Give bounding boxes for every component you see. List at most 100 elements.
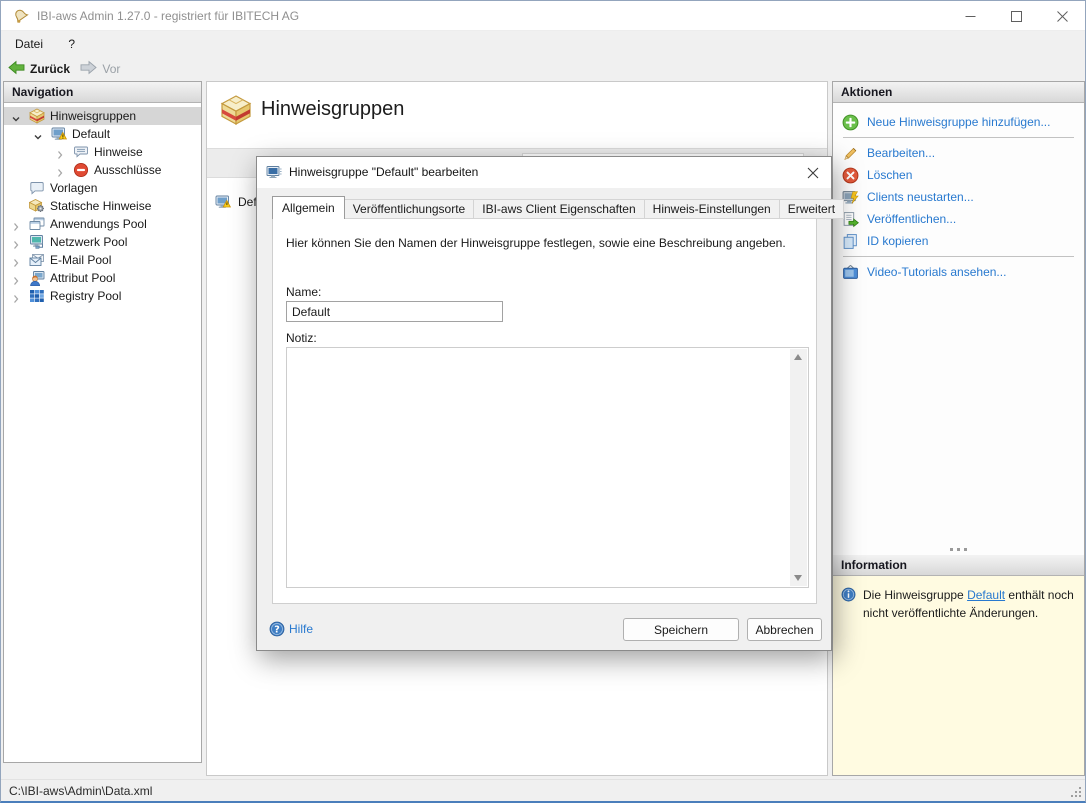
action-id-kopieren[interactable]: ID kopieren bbox=[833, 230, 1084, 252]
tree-item-label: Statische Hinweise bbox=[50, 199, 152, 213]
info-default-link[interactable]: Default bbox=[967, 588, 1005, 602]
actions-separator bbox=[843, 137, 1074, 138]
close-button[interactable] bbox=[1039, 1, 1085, 31]
notiz-textarea[interactable] bbox=[286, 347, 809, 588]
tree-item-label: Hinweisgruppen bbox=[50, 109, 137, 123]
menubar: Datei ? bbox=[1, 32, 1085, 57]
menu-item-datei[interactable]: Datei bbox=[7, 32, 51, 57]
forward-button[interactable]: Vor bbox=[80, 57, 120, 80]
registry-grid-icon bbox=[29, 288, 45, 304]
tree-item-statische-hinweise[interactable]: Statische Hinweise bbox=[4, 197, 201, 215]
package-icon bbox=[29, 108, 45, 124]
tab-hinweis-einstellungen[interactable]: Hinweis-Einstellungen bbox=[644, 199, 780, 219]
action-label[interactable]: Clients neustarten... bbox=[867, 186, 974, 208]
action-label[interactable]: Video-Tutorials ansehen... bbox=[867, 261, 1006, 283]
pencil-icon bbox=[842, 145, 859, 162]
speech-bubble-icon bbox=[29, 180, 45, 196]
action-label[interactable]: Neue Hinweisgruppe hinzufügen... bbox=[867, 111, 1050, 133]
tab-erweitert[interactable]: Erweitert bbox=[779, 199, 845, 219]
tree-item-hinweise[interactable]: Hinweise bbox=[4, 143, 201, 161]
action-loeschen[interactable]: Löschen bbox=[833, 164, 1084, 186]
monitor-warning-icon bbox=[215, 194, 232, 210]
tree-item-netzwerk-pool[interactable]: Netzwerk Pool bbox=[4, 233, 201, 251]
actions-separator bbox=[843, 256, 1074, 257]
chevron-right-icon[interactable] bbox=[11, 291, 21, 303]
name-input[interactable] bbox=[286, 301, 503, 322]
info-text-before: Die Hinweisgruppe bbox=[863, 588, 968, 602]
tree-item-default[interactable]: Default bbox=[4, 125, 201, 143]
chevron-right-icon[interactable] bbox=[55, 165, 65, 177]
cancel-button[interactable]: Abbrechen bbox=[747, 618, 822, 641]
back-button[interactable]: Zurück bbox=[8, 57, 70, 80]
menu-item-help[interactable]: ? bbox=[60, 32, 83, 57]
tree-item-vorlagen[interactable]: Vorlagen bbox=[4, 179, 201, 197]
add-circle-icon bbox=[842, 114, 859, 131]
tree-item-ausschluesse[interactable]: Ausschlüsse bbox=[4, 161, 201, 179]
action-veroeffentlichen[interactable]: Veröffentlichen... bbox=[833, 208, 1084, 230]
tree-item-label: Attribut Pool bbox=[50, 271, 116, 285]
tree-item-email-pool[interactable]: E-Mail Pool bbox=[4, 251, 201, 269]
actions-list: Neue Hinweisgruppe hinzufügen... Bearbei… bbox=[833, 103, 1084, 283]
chevron-right-icon[interactable] bbox=[11, 273, 21, 285]
forward-arrow-icon bbox=[80, 60, 98, 78]
navigation-toolbar: Zurück Vor bbox=[1, 57, 1085, 80]
action-label[interactable]: ID kopieren bbox=[867, 230, 928, 252]
maximize-button[interactable] bbox=[993, 1, 1039, 31]
minimize-button[interactable] bbox=[947, 1, 993, 31]
action-label[interactable]: Bearbeiten... bbox=[867, 142, 935, 164]
tree-item-label: Default bbox=[72, 127, 111, 141]
titlebar: IBI-aws Admin 1.27.0 - registriert für I… bbox=[1, 1, 1085, 31]
dialog-monitor-icon bbox=[266, 164, 282, 180]
action-label[interactable]: Veröffentlichen... bbox=[867, 208, 956, 230]
tree-item-label: Hinweise bbox=[94, 145, 143, 159]
tree-item-label: E-Mail Pool bbox=[50, 253, 112, 267]
notiz-scrollbar[interactable] bbox=[790, 349, 807, 586]
tree-item-registry-pool[interactable]: Registry Pool bbox=[4, 287, 201, 305]
chevron-down-icon[interactable] bbox=[33, 129, 43, 140]
hinweisgruppen-package-icon bbox=[220, 94, 252, 126]
edit-hinweisgruppe-dialog: Hinweisgruppe "Default" bearbeiten Allge… bbox=[256, 156, 845, 651]
panel-splitter[interactable] bbox=[833, 548, 1084, 554]
help-link[interactable]: Hilfe bbox=[289, 622, 313, 636]
information-message: Die Hinweisgruppe Default enthält noch n… bbox=[863, 586, 1076, 622]
back-arrow-icon bbox=[8, 60, 25, 78]
scroll-down-icon[interactable] bbox=[790, 569, 807, 586]
data-file-path: C:\IBI-aws\Admin\Data.xml bbox=[9, 784, 153, 798]
navigation-panel: Navigation Hinweisgruppen Default Hinwei… bbox=[3, 81, 202, 763]
notiz-label: Notiz: bbox=[286, 331, 317, 345]
resize-grip-icon[interactable] bbox=[1070, 786, 1082, 798]
restart-clients-icon bbox=[842, 189, 859, 206]
dialog-tabs: Allgemein Veröffentlichungsorte IBI-aws … bbox=[272, 196, 845, 219]
tree-item-hinweisgruppen[interactable]: Hinweisgruppen bbox=[4, 107, 201, 125]
app-icon bbox=[13, 8, 29, 24]
scroll-up-icon[interactable] bbox=[790, 349, 807, 366]
chevron-right-icon[interactable] bbox=[11, 219, 21, 231]
tree-item-attribut-pool[interactable]: Attribut Pool bbox=[4, 269, 201, 287]
chevron-right-icon[interactable] bbox=[11, 255, 21, 267]
dialog-titlebar: Hinweisgruppe "Default" bearbeiten bbox=[257, 157, 831, 188]
monitor-warning-icon bbox=[51, 126, 68, 142]
action-video-tutorials[interactable]: Video-Tutorials ansehen... bbox=[833, 261, 1084, 283]
action-label[interactable]: Löschen bbox=[867, 164, 912, 186]
tree-item-label: Registry Pool bbox=[50, 289, 122, 303]
chevron-right-icon[interactable] bbox=[11, 237, 21, 249]
action-bearbeiten[interactable]: Bearbeiten... bbox=[833, 142, 1084, 164]
chevron-right-icon[interactable] bbox=[55, 147, 65, 159]
tab-allgemein[interactable]: Allgemein bbox=[272, 196, 345, 219]
dialog-description: Hier können Sie den Namen der Hinweisgru… bbox=[286, 236, 786, 250]
action-clients-neustarten[interactable]: Clients neustarten... bbox=[833, 186, 1084, 208]
tab-client-eigenschaften[interactable]: IBI-aws Client Eigenschaften bbox=[474, 199, 645, 219]
speech-lines-icon bbox=[73, 144, 89, 160]
save-button[interactable]: Speichern bbox=[623, 618, 739, 641]
navigation-tree: Hinweisgruppen Default Hinweise Ausschlü… bbox=[4, 103, 201, 305]
person-computer-icon bbox=[29, 270, 45, 287]
action-add-hinweisgruppe[interactable]: Neue Hinweisgruppe hinzufügen... bbox=[833, 111, 1084, 133]
actions-panel: Aktionen Neue Hinweisgruppe hinzufügen..… bbox=[832, 81, 1085, 776]
help-icon: ? bbox=[269, 621, 285, 637]
mail-icon bbox=[29, 252, 45, 268]
chevron-down-icon[interactable] bbox=[11, 111, 21, 122]
dialog-close-icon[interactable] bbox=[804, 164, 822, 182]
tree-item-anwendungs-pool[interactable]: Anwendungs Pool bbox=[4, 215, 201, 233]
tab-veroeffentlichungsorte[interactable]: Veröffentlichungsorte bbox=[344, 199, 475, 219]
information-body: Die Hinweisgruppe Default enthält noch n… bbox=[833, 576, 1084, 775]
